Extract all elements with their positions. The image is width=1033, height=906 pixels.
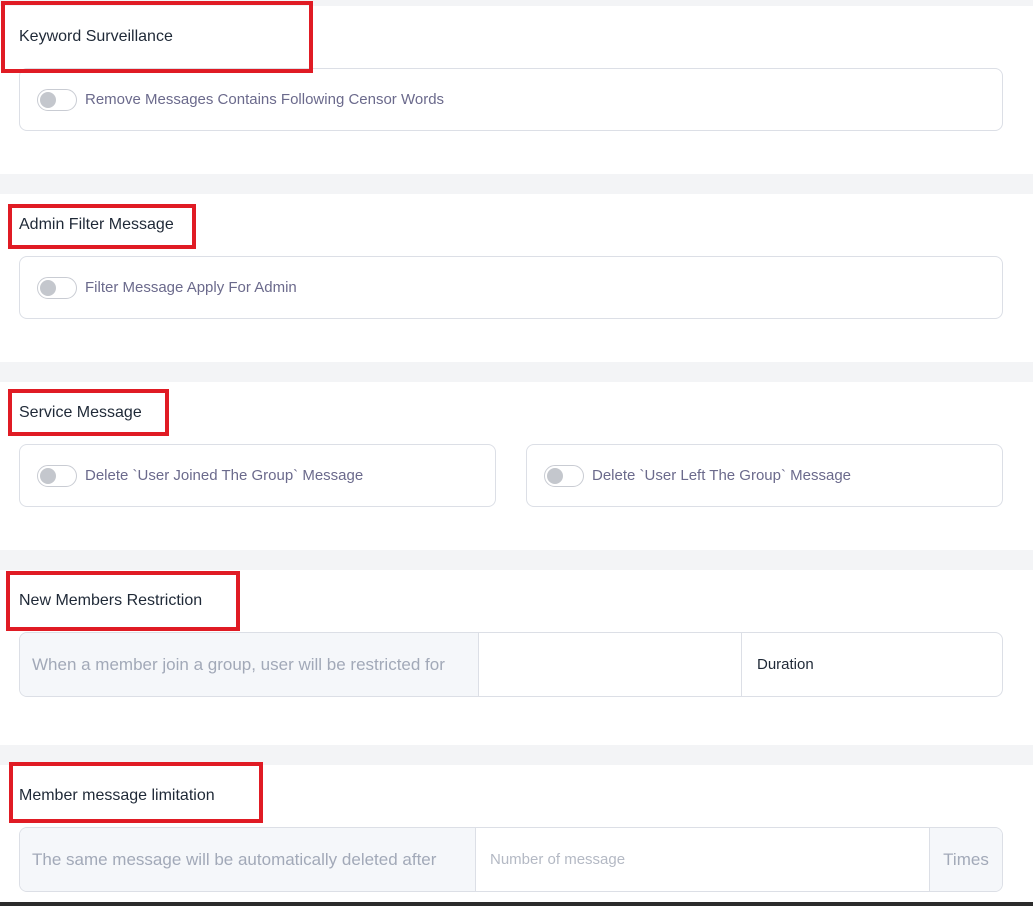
restriction-input-group: When a member join a group, user will be…	[19, 632, 1003, 697]
highlight-admin-filter	[8, 204, 196, 249]
user-left-toggle[interactable]	[544, 465, 584, 487]
highlight-new-members	[6, 571, 240, 631]
censor-words-label: Remove Messages Contains Following Censo…	[85, 91, 445, 108]
admin-filter-option: Filter Message Apply For Admin	[19, 256, 1003, 319]
toggle-knob	[40, 280, 56, 296]
user-joined-toggle[interactable]	[37, 465, 77, 487]
restriction-prefix: When a member join a group, user will be…	[20, 633, 479, 696]
toggle-knob	[547, 468, 563, 484]
user-left-label: Delete `User Left The Group` Message	[592, 467, 852, 484]
toggle-knob	[40, 92, 56, 108]
admin-filter-label: Filter Message Apply For Admin	[85, 279, 297, 296]
bottom-border	[0, 902, 1033, 906]
toggle-knob	[40, 468, 56, 484]
message-limit-prefix: The same message will be automatically d…	[20, 828, 476, 891]
censor-words-option: Remove Messages Contains Following Censo…	[19, 68, 1003, 131]
duration-select[interactable]: Duration	[741, 633, 1002, 696]
times-suffix: Times	[929, 828, 1002, 891]
restriction-value-input[interactable]	[479, 633, 741, 696]
user-left-option: Delete `User Left The Group` Message	[526, 444, 1003, 507]
highlight-service-message	[8, 389, 169, 436]
highlight-message-limit	[9, 762, 263, 823]
highlight-keyword-surveillance	[1, 1, 313, 73]
message-limit-input-group: The same message will be automatically d…	[19, 827, 1003, 892]
censor-words-toggle[interactable]	[37, 89, 77, 111]
user-joined-option: Delete `User Joined The Group` Message	[19, 444, 496, 507]
admin-filter-toggle[interactable]	[37, 277, 77, 299]
number-of-message-input[interactable]	[476, 828, 929, 891]
user-joined-label: Delete `User Joined The Group` Message	[85, 467, 364, 484]
